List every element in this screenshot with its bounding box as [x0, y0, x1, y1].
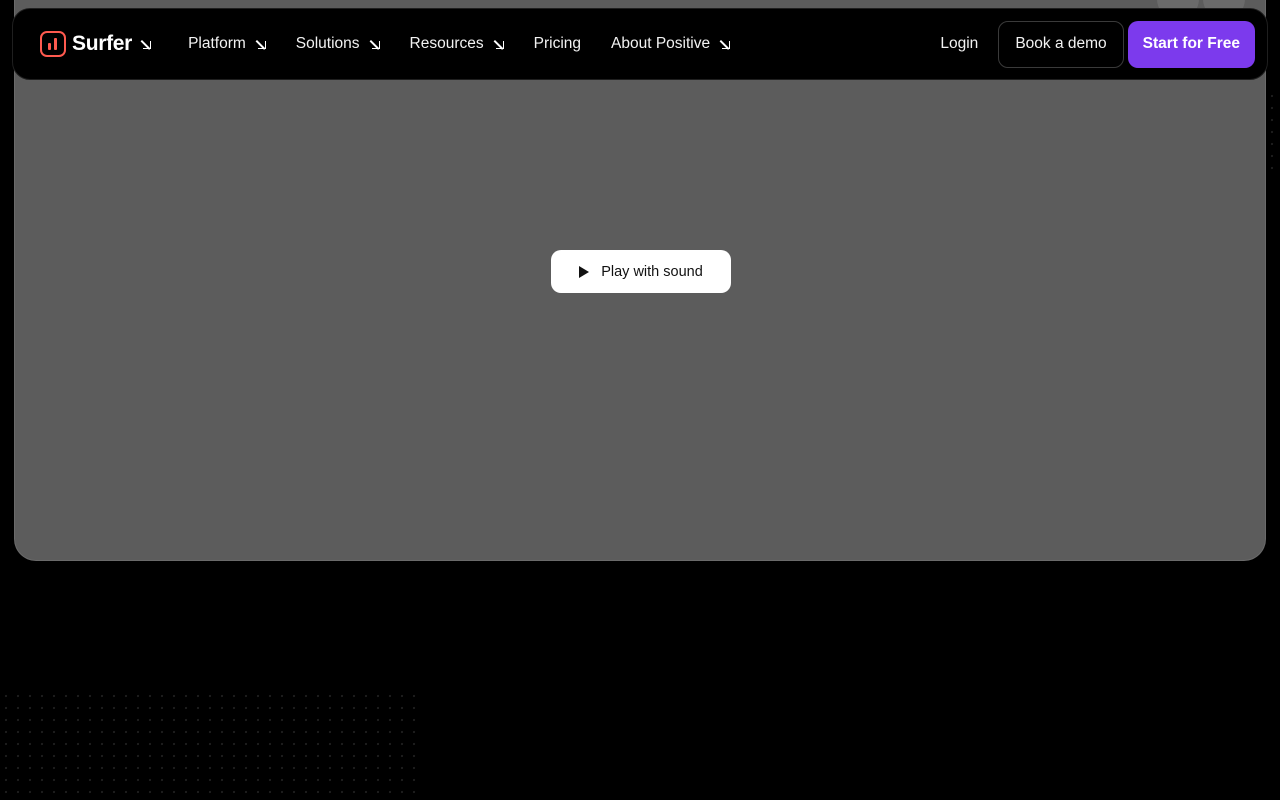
nav-item-about-positive[interactable]: About Positive: [596, 24, 745, 64]
brand-name: Surfer: [72, 32, 133, 55]
book-demo-button[interactable]: Book a demo: [998, 20, 1124, 68]
top-navigation: Surfer Platform Solutions Resources Pric…: [12, 8, 1268, 80]
surfer-logo-icon: [40, 31, 66, 57]
nav-item-label: About Positive: [611, 35, 711, 52]
nav-item-label: Solutions: [295, 35, 360, 52]
arrow-down-right-icon: [721, 40, 731, 49]
login-link[interactable]: Login: [940, 35, 978, 53]
nav-item-label: Pricing: [533, 35, 582, 52]
arrow-down-right-icon: [257, 40, 266, 49]
start-for-free-button[interactable]: Start for Free: [1127, 20, 1255, 68]
nav-item-pricing[interactable]: Pricing: [519, 24, 596, 64]
nav-item-label: Platform: [188, 35, 246, 52]
dot-pattern: [0, 690, 420, 800]
dot-pattern: [1266, 90, 1280, 170]
play-with-sound-button[interactable]: Play with sound: [551, 250, 731, 293]
arrow-down-right-icon: [371, 40, 380, 49]
play-icon: [579, 265, 590, 278]
nav-item-solutions[interactable]: Solutions: [281, 24, 395, 64]
nav-actions: Login Book a demo Start for Free: [940, 20, 1255, 68]
play-with-sound-label: Play with sound: [601, 263, 703, 280]
main-menu: Platform Solutions Resources Pricing Abo…: [173, 24, 745, 64]
brand-logo[interactable]: Surfer: [40, 31, 152, 57]
video-player[interactable]: Play with sound: [14, 0, 1266, 561]
arrow-down-right-icon: [495, 40, 504, 49]
nav-item-platform[interactable]: Platform: [173, 24, 281, 64]
page: Play with sound Surfer Platform Solution…: [0, 0, 1280, 800]
nav-item-resources[interactable]: Resources: [395, 24, 519, 64]
nav-item-label: Resources: [409, 35, 484, 52]
arrow-down-right-icon: [142, 40, 152, 49]
